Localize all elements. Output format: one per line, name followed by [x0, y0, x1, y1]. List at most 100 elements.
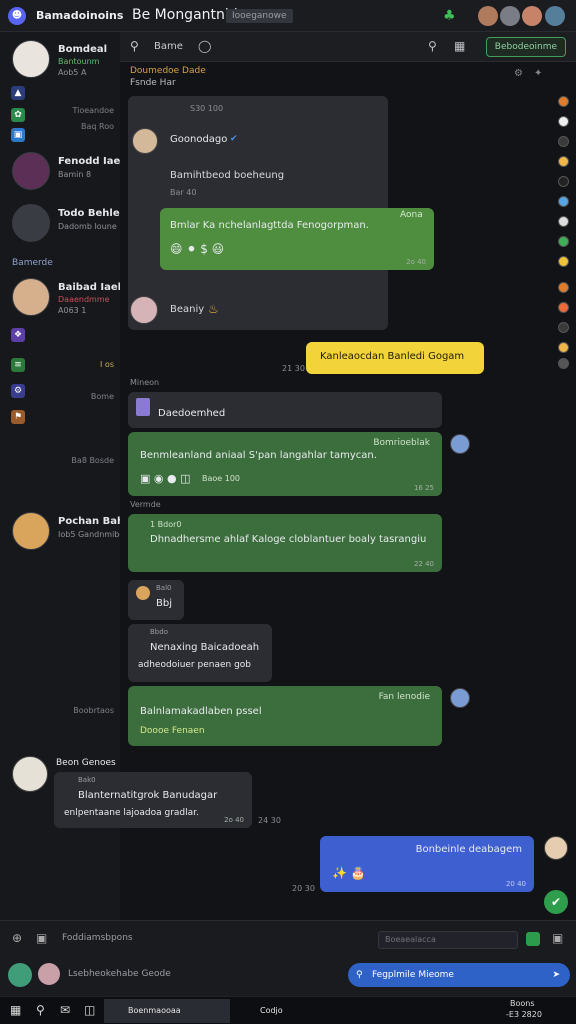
window-icon[interactable]: ▣ — [11, 128, 25, 142]
grid-icon[interactable]: ▦ — [454, 39, 465, 53]
avatar[interactable] — [500, 6, 520, 26]
taskbar: ▦ ⚲ ✉ ◫ Boenmaooaa Codjo Boons -E3 2820 — [0, 996, 576, 1024]
check-icon[interactable]: ✔ — [544, 890, 568, 914]
message-input[interactable]: Boeaealacca — [378, 931, 518, 949]
message-bubble[interactable]: Daedoemhed — [128, 392, 442, 428]
avatar — [136, 586, 150, 600]
reaction-icon[interactable] — [558, 282, 569, 293]
avatar[interactable] — [450, 434, 470, 454]
message-bubble[interactable]: Bomrioeblak Benmleanland aniaal S'pan la… — [128, 432, 442, 496]
message-bubble[interactable]: Bonbeinle deabagem ✨ 🎂 20 40 — [320, 836, 534, 892]
reaction-icon[interactable] — [558, 176, 569, 187]
settings-icon[interactable]: ⚙ — [514, 68, 523, 79]
chat-icon[interactable]: ✉ — [60, 1003, 70, 1017]
windows-icon[interactable]: ▦ — [10, 1003, 21, 1017]
lines-icon[interactable]: ≡ — [11, 358, 25, 372]
avatar — [12, 152, 50, 190]
reaction-icon[interactable] — [558, 358, 569, 369]
composer: ⊕ ▣ Foddiamsbpons Boeaealacca ▣ Lsebheok… — [0, 920, 576, 996]
title-chip[interactable]: Iooeganowe — [226, 9, 293, 23]
avatar[interactable] — [132, 128, 158, 154]
search-icon: ⚲ — [356, 970, 363, 980]
message-bubble[interactable]: Fan lenodie Balnlamakadlaben pssel Doooe… — [128, 686, 442, 746]
avatar[interactable] — [8, 963, 32, 987]
circle-icon[interactable]: ◯ — [198, 39, 211, 53]
reaction-icon[interactable] — [558, 322, 569, 333]
avatar[interactable] — [544, 836, 568, 860]
composer-label: Foddiamsbpons — [62, 933, 133, 943]
sidebar-item[interactable]: Baibad Iaelas Daaendmme A063 1 — [0, 278, 134, 320]
verified-icon: ✔ — [230, 134, 238, 144]
contact-name: Beon Genoes — [56, 758, 116, 768]
folder-icon[interactable]: ◫ — [84, 1003, 95, 1017]
sidebar-item[interactable]: Bomdeal Bantounm Aob5 A — [0, 40, 120, 88]
sidebar-item[interactable]: Fenodd Iae Bamin 8 — [0, 152, 120, 194]
reaction-icon[interactable] — [558, 196, 569, 207]
triangle-icon[interactable]: ▲ — [11, 86, 25, 100]
subheader: Fsnde Har — [130, 78, 176, 88]
subheader: Doumedoe Dade — [130, 66, 206, 76]
bolt-icon[interactable]: ❖ — [11, 328, 25, 342]
primary-button[interactable]: Bebodeoinme — [485, 37, 566, 57]
search-icon[interactable]: ⚲ — [36, 1003, 45, 1017]
pin-icon[interactable]: ✦ — [534, 68, 542, 79]
megaphone-icon[interactable]: ⚑ — [11, 410, 25, 424]
avatar — [12, 204, 50, 242]
send-button[interactable]: ⚲ Fegplmile Mieome ➤ — [348, 963, 570, 987]
reaction-icon[interactable] — [558, 216, 569, 227]
reaction-icon[interactable] — [558, 236, 569, 247]
gear-icon[interactable]: ⚙ — [11, 384, 25, 398]
message-bubble[interactable]: Bak0 Blanternatitgrok Banudagar enlpenta… — [54, 772, 252, 828]
message-bubble[interactable]: 1 Bdor0 Dhnadhersme ahlaf Kaloge cloblan… — [128, 514, 442, 572]
section-label: Bamerde — [12, 258, 53, 268]
chat-header: ⚲ Bame ◯ ⚲ ▦ Bebodeoinme — [120, 32, 576, 62]
message-bubble[interactable]: Bmlar Ka nchelanlagttda Fenogorpman. 😄 ⚫… — [160, 208, 434, 270]
clover-icon[interactable]: ♣ — [443, 8, 456, 24]
avatar[interactable] — [12, 756, 48, 792]
lamp-icon: ♨ — [208, 302, 219, 316]
avatar[interactable] — [478, 6, 498, 26]
avatar — [12, 278, 50, 316]
taskbar-app[interactable]: Codjo — [236, 999, 332, 1023]
taskbar-app[interactable]: Boenmaooaa — [104, 999, 230, 1023]
message-text: Bamihtbeod boeheung — [170, 170, 285, 181]
avatar[interactable] — [130, 296, 158, 324]
sidebar-item[interactable]: Todo Behlen Dadomb Ioune — [0, 204, 127, 246]
avatar[interactable] — [522, 6, 542, 26]
leaf-icon[interactable]: ✿ — [11, 108, 25, 122]
emoji-row: ✨ 🎂 — [332, 866, 366, 880]
reaction-icon[interactable] — [558, 116, 569, 127]
sidebar-item[interactable]: Pochan Bahum Iob5 Gandnmibe — [0, 512, 142, 554]
emoji-row: ▣ ◉ ● ◫ — [140, 472, 191, 485]
app-title: Bamadoinoins — [36, 9, 124, 22]
avatar — [12, 40, 50, 78]
title-bar: ☻ Bamadoinoins Be Mongantnida Iooeganowe… — [0, 0, 576, 32]
search-icon[interactable]: ⚲ — [130, 39, 139, 53]
reaction-icon[interactable] — [558, 96, 569, 107]
file-icon — [136, 398, 150, 416]
app-logo-icon: ☻ — [8, 7, 26, 25]
arrow-icon: ➤ — [552, 970, 560, 980]
avatar — [12, 512, 50, 550]
reaction-icon[interactable] — [558, 342, 569, 353]
add-icon[interactable]: ⊕ — [12, 931, 22, 945]
reaction-icon[interactable] — [558, 156, 569, 167]
search-label[interactable]: Bame — [154, 41, 183, 52]
camera-icon[interactable]: ▣ — [552, 931, 563, 945]
message-bubble[interactable]: Bal0 Bbj — [128, 580, 184, 620]
reaction-icon[interactable] — [558, 256, 569, 267]
reaction-icon[interactable] — [558, 136, 569, 147]
search-icon[interactable]: ⚲ — [428, 39, 437, 53]
avatar[interactable] — [545, 6, 565, 26]
avatar[interactable] — [38, 963, 60, 985]
attach-icon[interactable]: ▣ — [36, 931, 47, 945]
avatar[interactable] — [450, 688, 470, 708]
sticker-icon[interactable] — [526, 932, 540, 946]
emoji-row: 😄 ⚫ $ 😃 — [170, 242, 225, 256]
message-bubble[interactable]: Bbdo Nenaxing Baicadoeah adheodoiuer pen… — [128, 624, 272, 682]
message-bubble[interactable]: Kanleaocdan Banledi Gogam — [306, 342, 484, 374]
message-time: Bar 40 — [170, 188, 197, 197]
reaction-icon[interactable] — [558, 302, 569, 313]
sender-name: Goonodago — [170, 134, 228, 145]
message-list: Doumedoe Dade Fsnde Har ⚙ ✦ S30 100 Goon… — [12, 62, 576, 920]
